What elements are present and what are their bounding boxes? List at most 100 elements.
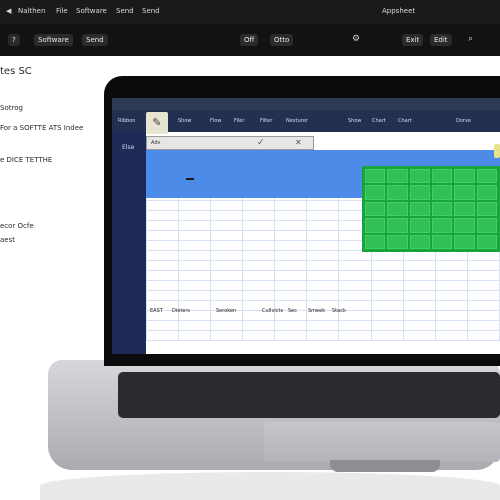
green-cell[interactable] <box>387 185 408 200</box>
toolbar-right-item[interactable]: Edit <box>430 34 452 46</box>
menubar-item[interactable]: File <box>56 7 68 15</box>
green-cell[interactable] <box>476 201 497 217</box>
cell[interactable] <box>434 290 468 301</box>
cell[interactable] <box>274 330 308 341</box>
toolbar-left-item[interactable]: Software <box>34 34 73 46</box>
cell[interactable] <box>274 250 308 261</box>
green-cell[interactable] <box>365 169 386 184</box>
cell[interactable] <box>178 260 212 271</box>
cell[interactable] <box>178 250 212 261</box>
cell[interactable] <box>274 200 308 211</box>
cell[interactable] <box>145 260 180 271</box>
cell[interactable] <box>210 240 244 251</box>
cell[interactable] <box>434 320 468 331</box>
cell[interactable] <box>274 260 308 271</box>
green-cell[interactable] <box>476 185 497 200</box>
green-cell[interactable] <box>454 218 475 233</box>
cell[interactable] <box>466 310 500 321</box>
green-cell[interactable] <box>365 185 386 200</box>
cell[interactable] <box>242 260 276 271</box>
green-cell[interactable] <box>432 218 453 233</box>
green-cell[interactable] <box>365 218 386 233</box>
cell[interactable] <box>178 330 212 341</box>
menubar-item[interactable]: Send <box>142 7 160 15</box>
green-cell[interactable] <box>365 234 386 249</box>
menubar-item[interactable]: Send <box>116 7 134 15</box>
cell[interactable] <box>402 300 436 311</box>
ribbon-tab[interactable]: Chart <box>372 118 386 124</box>
cell[interactable] <box>242 200 276 211</box>
toolbar-right-item[interactable]: Exit <box>402 34 424 46</box>
green-cell[interactable] <box>387 234 408 249</box>
green-cell[interactable] <box>432 185 453 200</box>
pencil-icon[interactable]: ✎ <box>146 112 168 134</box>
cell[interactable] <box>210 200 244 211</box>
cell[interactable] <box>434 250 468 261</box>
ribbon-tab[interactable]: Nexturer <box>286 118 308 124</box>
cell[interactable] <box>210 270 244 281</box>
green-cell[interactable] <box>476 218 497 233</box>
cell[interactable] <box>242 290 276 301</box>
scroll-handle[interactable] <box>494 144 500 158</box>
cell[interactable] <box>210 280 244 291</box>
cell[interactable] <box>210 320 244 331</box>
cell[interactable] <box>210 330 244 341</box>
cell[interactable] <box>145 250 180 261</box>
ribbon-tab[interactable]: Dorve <box>456 118 471 124</box>
cell[interactable] <box>306 220 340 231</box>
cell[interactable] <box>434 270 468 281</box>
cell[interactable] <box>306 320 340 331</box>
search-icon[interactable]: ⌕ <box>468 34 473 44</box>
cell[interactable] <box>210 250 244 261</box>
cell[interactable] <box>242 240 276 251</box>
cell[interactable] <box>242 320 276 331</box>
cell[interactable] <box>274 290 308 301</box>
green-cell[interactable] <box>409 234 430 249</box>
gear-icon[interactable]: ⚙ <box>352 34 360 44</box>
cell[interactable] <box>466 260 500 271</box>
cell[interactable] <box>178 240 212 251</box>
cell[interactable] <box>274 280 308 291</box>
green-cell[interactable] <box>409 185 430 200</box>
cell[interactable] <box>434 310 468 321</box>
cell[interactable] <box>274 240 308 251</box>
cell[interactable] <box>178 220 212 231</box>
cell[interactable] <box>306 260 340 271</box>
cell[interactable] <box>338 270 372 281</box>
cell[interactable] <box>338 320 372 331</box>
cell[interactable] <box>242 270 276 281</box>
cell[interactable] <box>466 320 500 331</box>
cell[interactable] <box>338 260 372 271</box>
toolbar-left-item[interactable]: ? <box>8 34 20 46</box>
green-cell[interactable] <box>454 185 475 200</box>
cell[interactable] <box>145 330 180 341</box>
cell[interactable] <box>178 230 212 241</box>
cell[interactable] <box>306 280 340 291</box>
cell[interactable] <box>210 210 244 221</box>
cell[interactable] <box>178 210 212 221</box>
check-icon[interactable]: ✓ <box>257 138 265 148</box>
cell[interactable] <box>434 300 468 311</box>
cell[interactable] <box>434 260 468 271</box>
cell[interactable] <box>274 320 308 331</box>
cell[interactable] <box>306 290 340 301</box>
cell[interactable] <box>338 290 372 301</box>
cell[interactable] <box>434 280 468 291</box>
cell[interactable] <box>274 230 308 241</box>
ribbon-tab[interactable]: Show <box>348 118 362 124</box>
cell[interactable] <box>210 260 244 271</box>
ribbon-tab[interactable]: Filter <box>260 118 272 124</box>
cell[interactable] <box>466 280 500 291</box>
green-cell[interactable] <box>454 201 475 217</box>
cell[interactable] <box>306 240 340 251</box>
cell[interactable] <box>145 280 180 291</box>
cell[interactable] <box>466 290 500 301</box>
green-cell[interactable] <box>387 201 408 217</box>
cell[interactable] <box>402 250 436 261</box>
cell[interactable] <box>274 220 308 231</box>
green-cell[interactable] <box>476 234 497 249</box>
cell[interactable] <box>242 280 276 291</box>
toolbar-right-item[interactable]: Off <box>240 34 259 46</box>
green-cell[interactable] <box>432 201 453 217</box>
cell[interactable] <box>306 250 340 261</box>
